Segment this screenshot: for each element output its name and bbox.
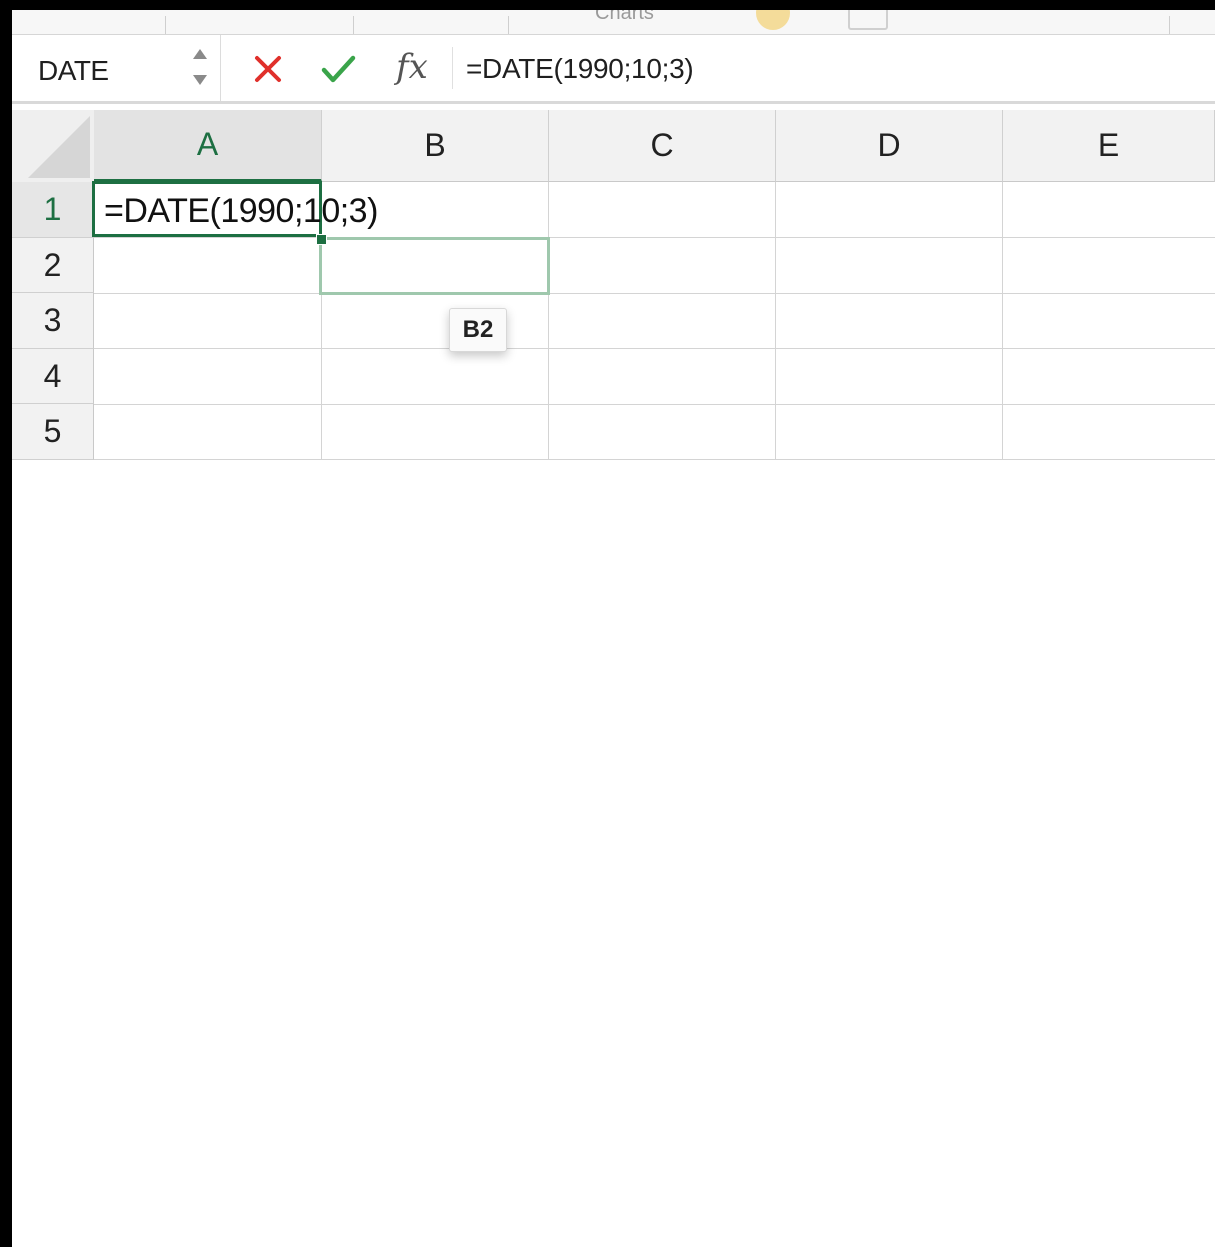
window-border-top bbox=[0, 0, 1215, 10]
ribbon-charts-label[interactable]: Charts bbox=[595, 10, 654, 25]
row-header-3[interactable]: 3 bbox=[12, 293, 94, 349]
ribbon-textbox-icon[interactable] bbox=[848, 10, 888, 30]
stepper-down-icon[interactable] bbox=[193, 75, 207, 85]
name-box[interactable]: DATE bbox=[12, 35, 221, 101]
row-divider bbox=[94, 459, 1215, 460]
ribbon-strip: Charts bbox=[12, 10, 1215, 35]
column-divider bbox=[548, 182, 549, 460]
cell-reference-tooltip: B2 bbox=[449, 308, 507, 352]
formula-bar: DATE fx =DATE(1990;10;3) bbox=[12, 35, 1215, 104]
row-divider bbox=[94, 293, 1215, 294]
column-header-e[interactable]: E bbox=[1003, 110, 1215, 182]
spreadsheet-grid: A B C D E 1 2 3 4 5 =DATE(1990;10;3) B2 bbox=[12, 110, 1215, 460]
fill-handle[interactable] bbox=[316, 234, 327, 245]
ribbon-separator bbox=[1169, 16, 1170, 34]
row-header-4[interactable]: 4 bbox=[12, 349, 94, 404]
ribbon-separator bbox=[165, 16, 166, 34]
cancel-icon[interactable] bbox=[248, 49, 288, 89]
column-header-d[interactable]: D bbox=[776, 110, 1003, 182]
column-header-c[interactable]: C bbox=[549, 110, 776, 182]
column-header-a[interactable]: A bbox=[94, 110, 322, 182]
select-all-corner[interactable] bbox=[12, 110, 95, 183]
enter-checkmark-icon[interactable] bbox=[318, 49, 358, 89]
ribbon-separator bbox=[353, 16, 354, 34]
insert-function-icon[interactable]: fx bbox=[396, 47, 428, 87]
ribbon-separator bbox=[508, 16, 509, 34]
row-divider bbox=[94, 237, 1215, 238]
cell-b2-reference-highlight[interactable] bbox=[319, 237, 550, 295]
ribbon-emoji-icon[interactable] bbox=[756, 10, 790, 30]
excel-window: Charts DATE fx =DATE(1990;10;3) A B C D … bbox=[0, 0, 1215, 1247]
column-divider bbox=[1002, 182, 1003, 460]
row-divider bbox=[94, 404, 1215, 405]
column-header-b[interactable]: B bbox=[322, 110, 549, 182]
stepper-up-icon[interactable] bbox=[193, 49, 207, 59]
cell-a1-content[interactable]: =DATE(1990;10;3) bbox=[104, 192, 378, 231]
row-divider bbox=[94, 348, 1215, 349]
name-box-value[interactable]: DATE bbox=[38, 55, 109, 87]
formula-input[interactable]: =DATE(1990;10;3) bbox=[466, 53, 694, 85]
column-divider bbox=[775, 182, 776, 460]
select-all-triangle-icon bbox=[28, 116, 90, 178]
formula-divider bbox=[452, 47, 453, 89]
row-header-2[interactable]: 2 bbox=[12, 238, 94, 293]
window-border-left bbox=[0, 0, 12, 1247]
row-header-1[interactable]: 1 bbox=[12, 182, 94, 238]
name-box-stepper[interactable] bbox=[188, 45, 212, 93]
row-header-5[interactable]: 5 bbox=[12, 404, 94, 460]
